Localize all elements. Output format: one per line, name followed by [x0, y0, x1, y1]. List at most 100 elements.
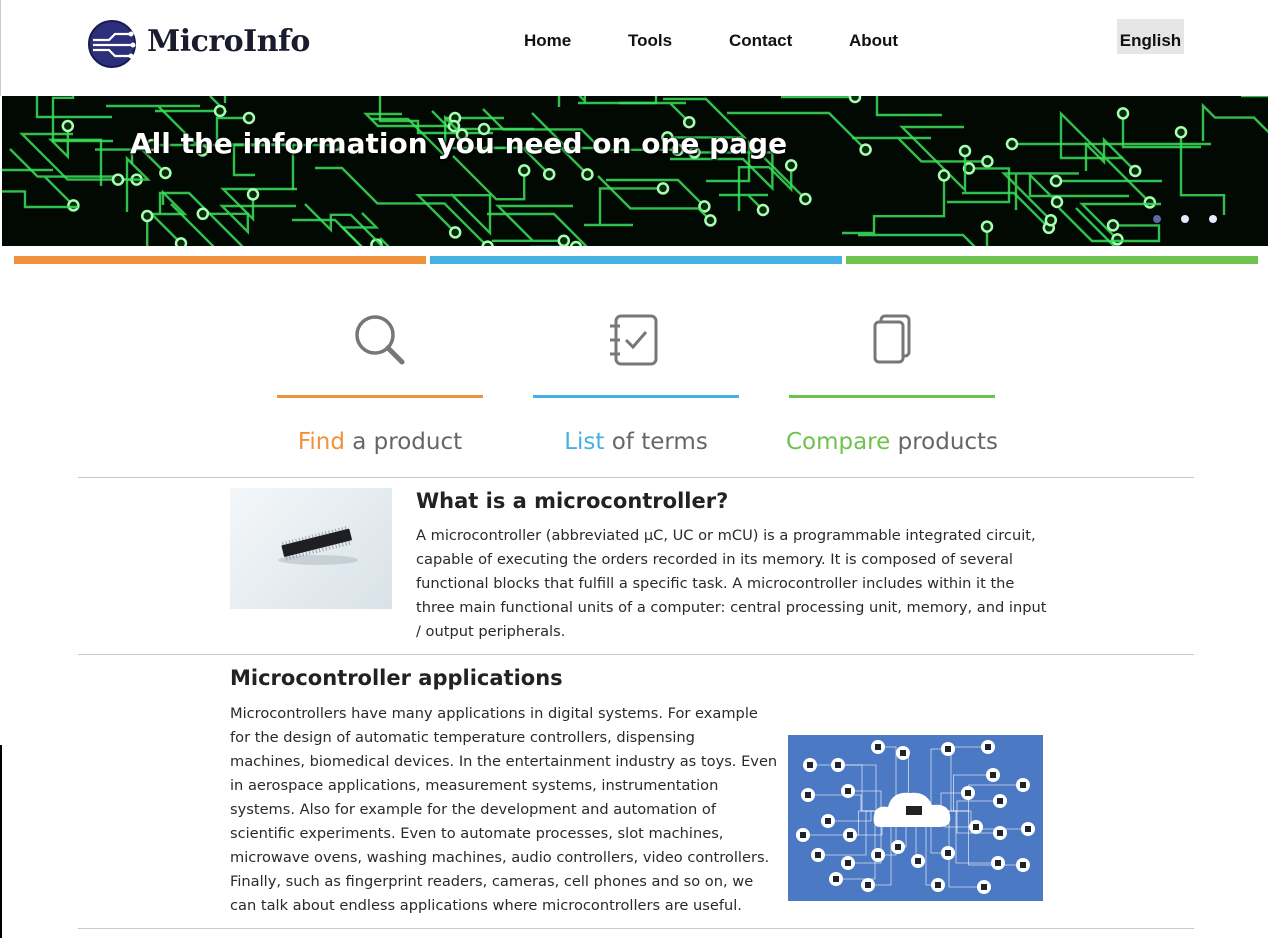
compare-products-card[interactable]: Compare products: [786, 300, 998, 470]
device-glyph: [1020, 782, 1026, 788]
circuit-pad: [1044, 213, 1058, 227]
microcontroller-chip-image: [230, 488, 392, 609]
page-edge: [0, 745, 2, 938]
chip-pin: [335, 544, 338, 549]
circuit-pad: [242, 111, 256, 125]
circuit-pad: [159, 166, 172, 180]
chip-pin: [305, 551, 308, 556]
chip-in-cloud: [906, 806, 922, 815]
copy-icon: [873, 314, 911, 364]
chip-pin: [331, 529, 334, 533]
list-terms-label[interactable]: List of terms: [503, 429, 769, 455]
article2-line: Finally, such as fingerprint readers, ca…: [230, 873, 754, 890]
circuit-pad: [196, 207, 210, 221]
circuit-pad: [581, 168, 594, 181]
list-terms-card[interactable]: List of terms: [533, 300, 739, 470]
device-glyph: [985, 744, 991, 750]
find-product-card[interactable]: Find a product: [277, 300, 483, 470]
chip-pin: [318, 532, 321, 537]
chip-pin: [328, 530, 330, 534]
chip-pin: [348, 540, 351, 545]
blue-divider: [430, 256, 842, 264]
chip-pin: [308, 550, 311, 555]
circuit-trace: [148, 189, 188, 245]
article1-title: What is a microcontroller?: [416, 489, 729, 513]
circuit-pad: [542, 167, 556, 181]
circuit-trace: [315, 166, 489, 246]
circuit-pad: [1050, 195, 1064, 209]
circuit-pad: [1143, 196, 1157, 209]
chip-pin: [324, 531, 327, 535]
circuit-pad: [557, 234, 571, 246]
device-glyph: [995, 860, 1001, 866]
circuit-trace: [292, 218, 378, 246]
chip-pin: [321, 547, 324, 552]
circuit-pad: [1049, 174, 1063, 188]
chip-pin: [341, 542, 344, 547]
device-glyph: [805, 792, 811, 798]
circuit-trace: [1059, 110, 1151, 204]
circuit-trace: [619, 101, 691, 124]
compare-products-label[interactable]: Compare products: [759, 429, 1025, 455]
article2-line: Microcontrollers have many applications …: [230, 705, 758, 722]
circuit-pad: [481, 240, 494, 246]
article1-line: / output peripherals.: [416, 623, 566, 640]
circuit-trace: [962, 191, 1050, 229]
circuit-trace: [452, 155, 526, 201]
circuit-pad: [958, 144, 972, 158]
circuit-trace: [584, 187, 663, 227]
circuit-trace: [947, 167, 1011, 204]
device-glyph: [935, 882, 941, 888]
article2-body: Microcontrollers have many applications …: [230, 702, 780, 918]
circuit-pad: [1111, 233, 1124, 246]
chip-pin: [315, 533, 317, 537]
circuit-trace: [875, 96, 942, 117]
circuit-pad: [67, 199, 80, 212]
carousel-dot-2[interactable]: [1181, 215, 1189, 223]
circuit-pad: [517, 164, 531, 177]
circuit-pad: [1106, 219, 1120, 232]
chip-pin: [301, 536, 304, 541]
circuit-pad: [682, 115, 696, 129]
device-glyph: [815, 852, 821, 858]
find-product-label[interactable]: Find a product: [247, 429, 513, 455]
nav-contact[interactable]: Contact: [729, 31, 792, 51]
circuit-trace: [118, 155, 151, 212]
article2-line: scientific experiments. Even to automate…: [230, 825, 724, 842]
chip-pin: [341, 527, 344, 531]
device-glyph: [895, 844, 901, 850]
chip-pin: [345, 541, 347, 546]
chip-pin: [305, 536, 307, 540]
article2-line: can talk about endless applications wher…: [230, 897, 742, 914]
language-selector[interactable]: English: [1117, 19, 1184, 54]
nav-tools[interactable]: Tools: [628, 31, 672, 51]
chip-pin: [318, 548, 321, 553]
circuit-trace: [557, 96, 586, 107]
circuit-pad: [756, 203, 770, 217]
chip-pin: [325, 546, 328, 551]
brand-name[interactable]: MicroInfo: [147, 24, 310, 59]
carousel-dot-3[interactable]: [1209, 215, 1217, 223]
circuit-pad: [799, 192, 812, 206]
chip-pin: [291, 539, 294, 543]
iot-cloud-image: [788, 735, 1043, 901]
nav-about[interactable]: About: [849, 31, 898, 51]
microinfo-logo-icon[interactable]: [87, 20, 137, 68]
article2-title: Microcontroller applications: [230, 666, 563, 690]
article2-line: machines, biomedical devices. In the ent…: [230, 753, 778, 770]
nav-home[interactable]: Home: [524, 31, 571, 51]
circuit-pad: [246, 188, 260, 201]
device-glyph: [875, 744, 881, 750]
chip-pin: [315, 549, 318, 554]
device-glyph: [825, 818, 831, 824]
circuit-pad: [61, 119, 75, 133]
hero-title: All the information you need on one page: [130, 127, 788, 160]
list-underline: [533, 395, 739, 398]
chip-pin: [288, 540, 291, 544]
carousel-dot-1[interactable]: [1153, 215, 1161, 223]
circuit-trace: [1201, 102, 1268, 141]
circuit-pad: [140, 209, 154, 223]
device-glyph: [845, 788, 851, 794]
section-divider: [78, 654, 1194, 655]
circuit-pad: [784, 159, 798, 172]
